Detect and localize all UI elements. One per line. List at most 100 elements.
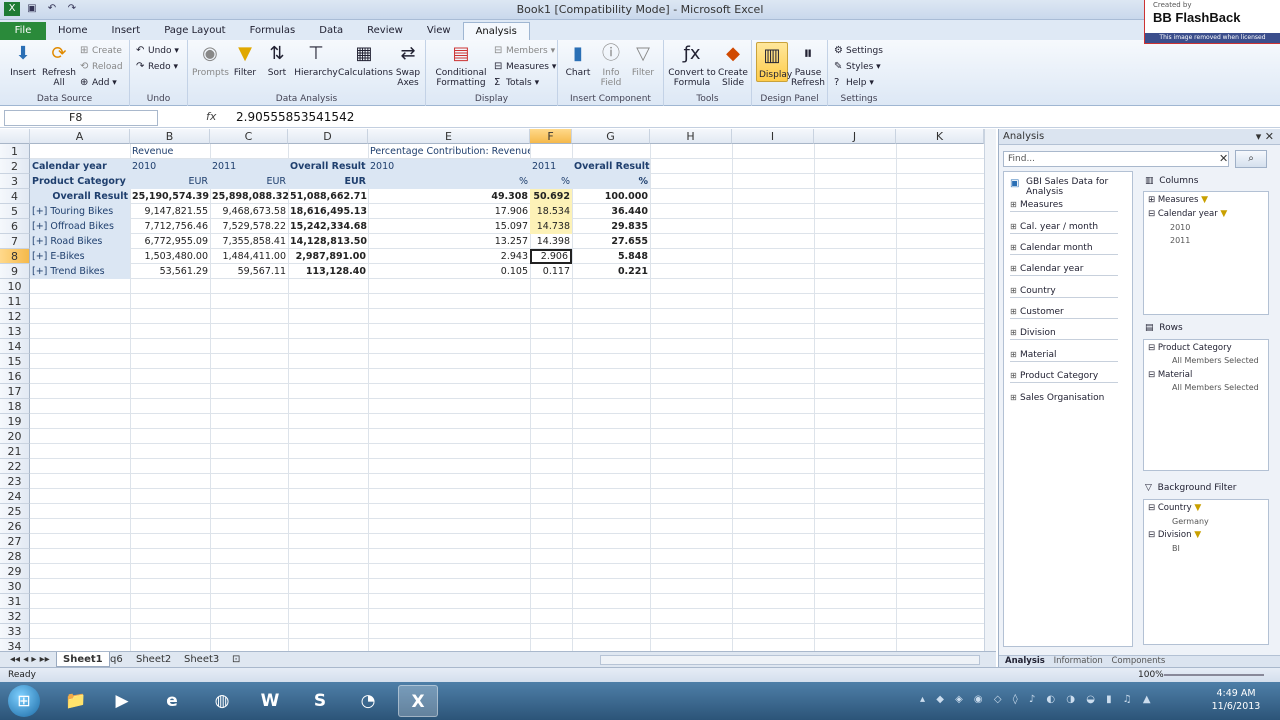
dimension-calendar-year[interactable]: ⊞ Calendar year: [1010, 262, 1118, 276]
styles-button[interactable]: ✎ Styles ▾: [834, 60, 881, 74]
sheet-tab-sheet2[interactable]: Sheet2: [130, 652, 177, 667]
create-slide-button[interactable]: ◆ Create Slide: [716, 42, 750, 88]
tab-data[interactable]: Data: [307, 22, 355, 40]
row-header-4[interactable]: 4: [0, 189, 30, 204]
cell-f9[interactable]: 0.117: [530, 264, 572, 279]
columns-member-2010[interactable]: 2010: [1170, 223, 1190, 232]
cell-c9[interactable]: 59,567.11: [210, 264, 288, 279]
dimension-country[interactable]: ⊞ Country: [1010, 284, 1118, 298]
column-header-f[interactable]: F: [530, 129, 572, 144]
cell-b4[interactable]: 25,190,574.39: [130, 189, 210, 204]
add-button[interactable]: ⊕ Add ▾: [80, 76, 117, 90]
row-header-2[interactable]: 2: [0, 159, 30, 174]
cell-a2[interactable]: Calendar year: [30, 159, 130, 174]
column-header-i[interactable]: I: [732, 129, 814, 144]
background-filter-drop-zone[interactable]: ⊟ Country ▼ Germany ⊟ Division ▼ BI: [1143, 499, 1269, 645]
row-header-11[interactable]: 11: [0, 294, 30, 309]
conditional-formatting-button[interactable]: ▤ Conditional Formatting: [430, 42, 492, 88]
cell-c7[interactable]: 7,355,858.41: [210, 234, 288, 249]
pane-tab-components[interactable]: Components: [1111, 656, 1165, 666]
skype-icon[interactable]: S: [300, 685, 340, 717]
rows-all-members-2[interactable]: All Members Selected: [1172, 383, 1259, 392]
clock[interactable]: 4:49 AM 11/6/2013: [1206, 687, 1266, 713]
cell-c3[interactable]: EUR: [210, 174, 288, 189]
row-header-16[interactable]: 16: [0, 369, 30, 384]
zoom-level[interactable]: 100%: [1138, 668, 1164, 682]
column-header-d[interactable]: D: [288, 129, 368, 144]
filter-bi[interactable]: BI: [1172, 544, 1180, 553]
convert-to-formula-button[interactable]: ƒx Convert to Formula: [668, 42, 716, 88]
cell-b9[interactable]: 53,561.29: [130, 264, 210, 279]
dimension-measures[interactable]: ⊞ Measures: [1010, 198, 1118, 212]
fx-icon[interactable]: fx: [206, 110, 216, 123]
pane-tab-information[interactable]: Information: [1054, 656, 1103, 666]
filter-division[interactable]: ⊟ Division ▼: [1148, 530, 1201, 540]
expand-icon[interactable]: ⊞: [1010, 262, 1020, 275]
cell-g2[interactable]: Overall Result: [572, 159, 650, 174]
hierarchy-button[interactable]: ⊤ Hierarchy: [294, 42, 338, 78]
cell-c6[interactable]: 7,529,578.22: [210, 219, 288, 234]
dimension-division[interactable]: ⊞ Division: [1010, 326, 1118, 340]
dimension-customer[interactable]: ⊞ Customer: [1010, 305, 1118, 319]
pane-tab-analysis[interactable]: Analysis: [1005, 656, 1045, 666]
columns-drop-zone[interactable]: ⊞ Measures ▼ ⊟ Calendar year ▼ 2010 2011: [1143, 191, 1269, 315]
column-header-c[interactable]: C: [210, 129, 288, 144]
cell-b6[interactable]: 7,712,756.46: [130, 219, 210, 234]
excel-taskbar-icon[interactable]: X: [398, 685, 438, 717]
row-header-3[interactable]: 3: [0, 174, 30, 189]
tab-formulas[interactable]: Formulas: [238, 22, 308, 40]
cell-c5[interactable]: 9,468,673.58: [210, 204, 288, 219]
find-input[interactable]: Find...: [1003, 151, 1229, 167]
calculations-button[interactable]: ▦ Calculations: [338, 42, 393, 78]
rows-product-category[interactable]: ⊟ Product Category: [1148, 343, 1232, 353]
column-header-b[interactable]: B: [130, 129, 210, 144]
expand-icon[interactable]: ⊞: [1010, 391, 1020, 404]
cell-a5[interactable]: [+] Touring Bikes: [30, 204, 130, 219]
cell-f5[interactable]: 18.534: [530, 204, 572, 219]
cell-a7[interactable]: [+] Road Bikes: [30, 234, 130, 249]
name-box[interactable]: F8: [4, 110, 158, 126]
cell-e5[interactable]: 17.906: [368, 204, 530, 219]
expand-icon[interactable]: ⊞: [1010, 198, 1020, 211]
totals-button[interactable]: Σ Totals ▾: [494, 76, 539, 90]
row-header-27[interactable]: 27: [0, 534, 30, 549]
cell-b5[interactable]: 9,147,821.55: [130, 204, 210, 219]
row-header-33[interactable]: 33: [0, 624, 30, 639]
row-header-22[interactable]: 22: [0, 459, 30, 474]
cell-e1[interactable]: Percentage Contribution: Revenue: [368, 144, 530, 159]
tab-page-layout[interactable]: Page Layout: [152, 22, 237, 40]
zoom-slider[interactable]: [1164, 674, 1264, 676]
row-header-29[interactable]: 29: [0, 564, 30, 579]
filter-germany[interactable]: Germany: [1172, 517, 1209, 526]
chrome-icon[interactable]: ◍: [202, 685, 242, 717]
cell-a9[interactable]: [+] Trend Bikes: [30, 264, 130, 279]
info-field-button[interactable]: ⓘ Info Field: [596, 42, 626, 88]
row-header-12[interactable]: 12: [0, 309, 30, 324]
rows-all-members-1[interactable]: All Members Selected: [1172, 356, 1259, 365]
sort-button[interactable]: ⇅ Sort: [262, 42, 292, 78]
cell-d5[interactable]: 18,616,495.13: [288, 204, 368, 219]
expand-icon[interactable]: ⊞: [1010, 241, 1020, 254]
sheet-tab-sheet3[interactable]: Sheet3: [178, 652, 225, 667]
row-header-10[interactable]: 10: [0, 279, 30, 294]
cell-g3[interactable]: %: [572, 174, 650, 189]
reload-button[interactable]: ⟲ Reload: [80, 60, 123, 74]
cell-f7[interactable]: 14.398: [530, 234, 572, 249]
tab-analysis[interactable]: Analysis: [462, 22, 530, 40]
cell-d2[interactable]: Overall Result: [288, 159, 368, 174]
cell-c8[interactable]: 1,484,411.00: [210, 249, 288, 264]
columns-measures[interactable]: ⊞ Measures ▼: [1148, 195, 1208, 205]
members-button[interactable]: ⊟ Members ▾: [494, 44, 555, 58]
explorer-icon[interactable]: 📁: [56, 685, 96, 717]
cell-g5[interactable]: 36.440: [572, 204, 650, 219]
columns-member-2011[interactable]: 2011: [1170, 236, 1190, 245]
clear-search-icon[interactable]: ✕: [1219, 152, 1228, 165]
recorder-icon[interactable]: ◔: [348, 685, 388, 717]
media-player-icon[interactable]: ▶: [102, 685, 142, 717]
row-header-17[interactable]: 17: [0, 384, 30, 399]
row-header-20[interactable]: 20: [0, 429, 30, 444]
start-button[interactable]: ⊞: [8, 685, 40, 717]
cell-e7[interactable]: 13.257: [368, 234, 530, 249]
column-header-h[interactable]: H: [650, 129, 732, 144]
cell-a8[interactable]: [+] E-Bikes: [30, 249, 130, 264]
